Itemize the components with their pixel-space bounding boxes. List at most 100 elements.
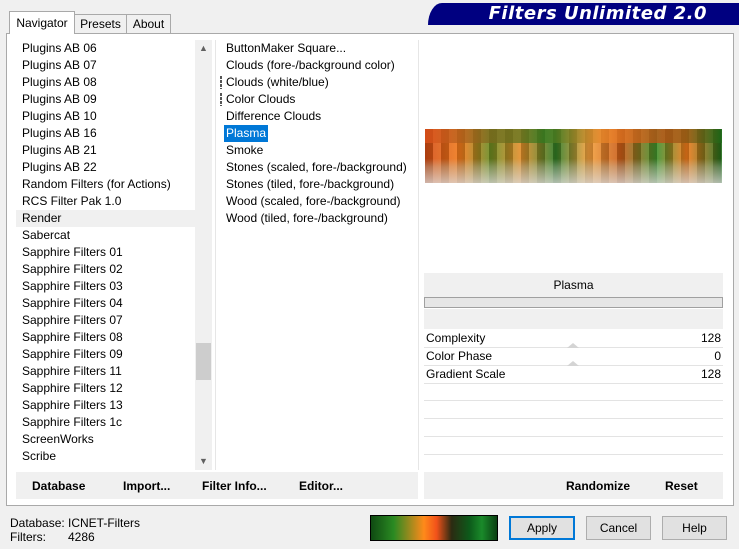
category-item[interactable]: Sabercat [16, 227, 195, 244]
database-value: ICNET-Filters [68, 516, 140, 530]
category-item[interactable]: Sapphire Filters 08 [16, 329, 195, 346]
randomize-button[interactable]: Randomize [566, 479, 630, 493]
category-item[interactable]: Sapphire Filters 09 [16, 346, 195, 363]
filter-item[interactable]: Clouds (white/blue) [220, 74, 416, 91]
chevron-down-icon[interactable]: ▼ [195, 453, 212, 470]
category-item-label: Random Filters (for Actions) [22, 177, 171, 191]
category-item-label: Sapphire Filters 02 [22, 262, 123, 276]
category-item[interactable]: Random Filters (for Actions) [16, 176, 195, 193]
tab-about[interactable]: About [126, 14, 171, 33]
filter-item[interactable]: Clouds (fore-/background color) [220, 57, 416, 74]
category-item[interactable]: RCS Filter Pak 1.0 [16, 193, 195, 210]
category-item-label: Plugins AB 07 [22, 58, 97, 72]
category-scrollbar[interactable]: ▲ ▼ [195, 40, 212, 470]
left-button-bar: Database Import... Filter Info... Editor… [16, 472, 418, 499]
filter-item[interactable]: Wood (tiled, fore-/background) [220, 210, 416, 227]
filter-item[interactable]: Difference Clouds [220, 108, 416, 125]
category-item[interactable]: Plugins AB 16 [16, 125, 195, 142]
filter-item-label: Smoke [226, 143, 264, 157]
category-item[interactable]: Plugins AB 22 [16, 159, 195, 176]
filter-item[interactable]: ButtonMaker Square... [220, 40, 416, 57]
param-slider-row[interactable]: Gradient Scale 128 [424, 361, 723, 384]
category-item[interactable]: Scribe [16, 448, 195, 465]
scrollbar-thumb[interactable] [196, 343, 211, 380]
filter-preview-image [425, 129, 722, 183]
category-item[interactable]: Sapphire Filters 07 [16, 312, 195, 329]
category-item-label: Scribe [22, 449, 57, 463]
control-bar [424, 297, 723, 308]
category-item[interactable]: ScreenWorks [16, 431, 195, 448]
category-item-label: Sabercat [22, 228, 71, 242]
help-button[interactable]: Help [662, 516, 727, 540]
category-item[interactable]: Plugins AB 09 [16, 91, 195, 108]
category-item-label: Sapphire Filters 09 [22, 347, 123, 361]
filter-item-label: Stones (tiled, fore-/background) [226, 177, 395, 191]
cancel-button[interactable]: Cancel [586, 516, 651, 540]
category-item-label: Render [22, 211, 62, 225]
category-item[interactable]: Sapphire Filters 13 [16, 397, 195, 414]
category-item[interactable]: Sapphire Filters 12 [16, 380, 195, 397]
slider-marker-icon [567, 343, 579, 348]
filter-item[interactable]: Plasma [220, 124, 416, 143]
param-spacer [424, 309, 723, 329]
filter-item-label: Clouds (white/blue) [226, 75, 329, 89]
param-value: 128 [700, 331, 721, 345]
param-empty-row [424, 383, 723, 401]
category-item[interactable]: Plugins AB 07 [16, 57, 195, 74]
category-item[interactable]: Render [16, 210, 195, 227]
slider-marker-icon [567, 361, 579, 366]
reset-button[interactable]: Reset [665, 479, 698, 493]
category-item[interactable]: Sapphire Filters 02 [16, 261, 195, 278]
filter-item[interactable]: Smoke [220, 142, 416, 159]
param-empty-row [424, 437, 723, 455]
filter-item-label: Wood (scaled, fore-/background) [226, 194, 401, 208]
filter-item[interactable]: Wood (scaled, fore-/background) [220, 193, 416, 210]
category-item[interactable]: Sapphire Filters 04 [16, 295, 195, 312]
param-label: Gradient Scale [426, 367, 506, 381]
category-item[interactable]: Sapphire Filters 1c [16, 414, 195, 431]
category-item-label: Sapphire Filters 07 [22, 313, 123, 327]
tab-presets[interactable]: Presets [74, 14, 127, 33]
category-item[interactable]: Plugins AB 10 [16, 108, 195, 125]
param-value: 0 [714, 349, 721, 363]
category-item[interactable]: Plugins AB 21 [16, 142, 195, 159]
title-banner: Filters Unlimited 2.0 [428, 3, 739, 25]
filter-title-bar: Plasma [424, 273, 723, 297]
category-item[interactable]: Plugins AB 06 [16, 40, 195, 57]
filter-item-label: Wood (tiled, fore-/background) [226, 211, 388, 225]
category-item-label: Plugins AB 06 [22, 41, 97, 55]
param-value: 128 [700, 367, 721, 381]
category-item-partial [16, 465, 195, 470]
category-item-label: Plugins AB 08 [22, 75, 97, 89]
category-item[interactable]: Sapphire Filters 01 [16, 244, 195, 261]
category-item[interactable]: Sapphire Filters 03 [16, 278, 195, 295]
apply-button[interactable]: Apply [509, 516, 575, 540]
category-item-label: Plugins AB 16 [22, 126, 97, 140]
category-item[interactable]: Plugins AB 08 [16, 74, 195, 91]
filter-list[interactable]: ButtonMaker Square... Clouds (fore-/backg… [220, 40, 416, 470]
chevron-up-icon[interactable]: ▲ [195, 40, 212, 57]
param-label: Complexity [426, 331, 486, 345]
filter-item-label: Difference Clouds [226, 109, 322, 123]
filter-item[interactable]: Stones (tiled, fore-/background) [220, 176, 416, 193]
import-button[interactable]: Import... [123, 479, 170, 493]
right-button-bar: Randomize Reset [424, 472, 723, 499]
param-label: Color Phase [426, 349, 493, 363]
filter-item-label: Clouds (fore-/background color) [226, 58, 395, 72]
category-item-label: Plugins AB 21 [22, 143, 97, 157]
editor-button[interactable]: Editor... [299, 479, 343, 493]
tab-navigator[interactable]: Navigator [9, 11, 75, 34]
filter-item-label: Stones (scaled, fore-/background) [226, 160, 407, 174]
filter-item[interactable]: Stones (scaled, fore-/background) [220, 159, 416, 176]
category-item-label: Sapphire Filters 04 [22, 296, 123, 310]
gradient-preview-swatch [370, 515, 498, 541]
database-button[interactable]: Database [32, 479, 85, 493]
filters-label: Filters: [10, 530, 46, 544]
divider [418, 40, 419, 470]
filter-info-button[interactable]: Filter Info... [202, 479, 267, 493]
drag-handle-icon [220, 93, 222, 106]
filter-item[interactable]: Color Clouds [220, 91, 416, 108]
divider [215, 40, 216, 470]
category-list[interactable]: Plugins AB 06 Plugins AB 07 Plugins AB 08 P… [16, 40, 195, 470]
category-item[interactable]: Sapphire Filters 11 [16, 363, 195, 380]
